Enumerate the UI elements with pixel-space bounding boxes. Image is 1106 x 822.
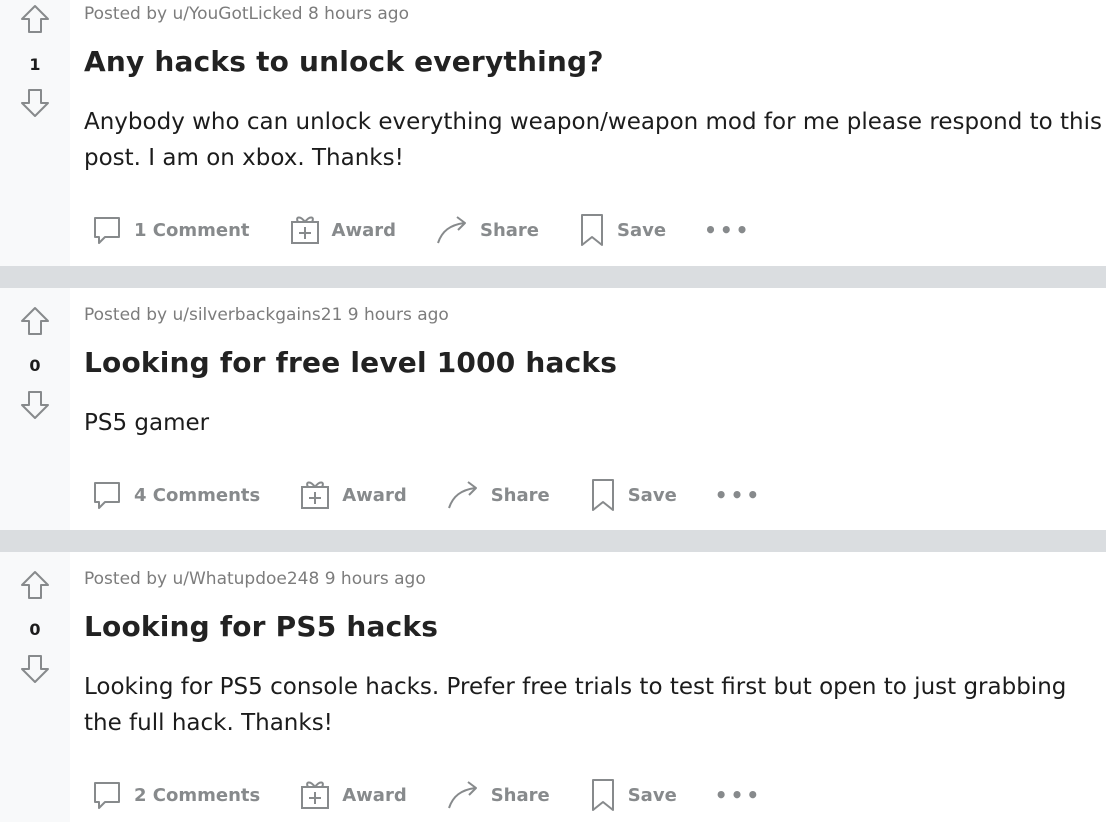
post-content: Posted by u/silverbackgains21 9 hours ag…	[84, 288, 1106, 530]
save-label: Save	[627, 784, 677, 806]
post-actions: 2 Comments Award Share Save •••	[90, 775, 762, 815]
comment-bubble-icon	[94, 782, 120, 809]
comments-button[interactable]: 2 Comments	[90, 778, 260, 812]
post-content: Posted by u/Whatupdoe248 9 hours ago Loo…	[84, 552, 1106, 822]
gift-box-icon	[301, 781, 330, 809]
vote-score: 0	[29, 356, 41, 375]
vote-column: 1	[0, 0, 70, 266]
award-button[interactable]: Award	[298, 478, 407, 512]
vote-column: 0	[0, 288, 70, 530]
save-button[interactable]: Save	[588, 477, 677, 513]
comments-label: 1 Comment	[134, 219, 250, 241]
post-card[interactable]: 1 Posted by u/YouGotLicked 8 hours ago A…	[0, 0, 1106, 266]
more-options-button[interactable]: •••	[715, 483, 762, 507]
share-label: Share	[490, 484, 550, 506]
vote-column: 0	[0, 552, 70, 822]
save-button[interactable]: Save	[577, 212, 666, 248]
share-button[interactable]: Share	[445, 778, 550, 812]
comments-label: 4 Comments	[134, 484, 261, 506]
vote-score: 0	[29, 620, 41, 639]
post-meta: Posted by u/YouGotLicked 8 hours ago	[84, 4, 409, 24]
downvote-arrow-icon[interactable]	[18, 652, 52, 686]
share-button[interactable]: Share	[445, 478, 550, 512]
comments-button[interactable]: 1 Comment	[90, 213, 250, 247]
bookmark-icon	[591, 779, 614, 811]
share-label: Share	[490, 784, 550, 806]
share-arrow-icon	[447, 781, 477, 809]
downvote-arrow-icon[interactable]	[18, 86, 52, 120]
post-card[interactable]: 0 Posted by u/Whatupdoe248 9 hours ago L…	[0, 552, 1106, 822]
save-label: Save	[617, 219, 667, 241]
upvote-arrow-icon[interactable]	[18, 304, 52, 338]
award-button[interactable]: Award	[298, 778, 407, 812]
post-title[interactable]: Looking for free level 1000 hacks	[84, 346, 617, 379]
post-actions: 4 Comments Award Share Save •••	[90, 475, 762, 515]
gift-box-icon	[301, 481, 330, 509]
upvote-arrow-icon[interactable]	[18, 568, 52, 602]
comments-label: 2 Comments	[134, 784, 261, 806]
post-meta: Posted by u/silverbackgains21 9 hours ag…	[84, 305, 449, 325]
post-body: PS5 gamer	[84, 410, 210, 436]
more-options-button[interactable]: •••	[715, 783, 762, 807]
gift-box-icon	[290, 216, 319, 244]
post-content: Posted by u/YouGotLicked 8 hours ago Any…	[84, 0, 1106, 266]
award-label: Award	[342, 784, 407, 806]
post-body: Anybody who can unlock everything weapon…	[84, 109, 1103, 171]
bookmark-icon	[581, 214, 603, 246]
post-title[interactable]: Looking for PS5 hacks	[84, 610, 438, 643]
save-button[interactable]: Save	[588, 777, 677, 813]
award-label: Award	[331, 219, 396, 241]
post-meta: Posted by u/Whatupdoe248 9 hours ago	[84, 569, 426, 589]
post-card[interactable]: 0 Posted by u/silverbackgains21 9 hours …	[0, 288, 1106, 530]
award-label: Award	[342, 484, 407, 506]
post-title[interactable]: Any hacks to unlock everything?	[84, 45, 604, 78]
vote-score: 1	[29, 55, 41, 74]
bookmark-icon	[591, 479, 614, 511]
share-arrow-icon	[447, 481, 477, 509]
share-label: Share	[479, 219, 539, 241]
post-body: Looking for PS5 console hacks. Prefer fr…	[84, 674, 1067, 736]
comment-bubble-icon	[94, 217, 120, 244]
share-button[interactable]: Share	[434, 213, 539, 247]
downvote-arrow-icon[interactable]	[18, 388, 52, 422]
comments-button[interactable]: 4 Comments	[90, 478, 260, 512]
more-options-button[interactable]: •••	[704, 218, 751, 242]
comment-bubble-icon	[94, 482, 120, 509]
share-arrow-icon	[437, 216, 466, 244]
award-button[interactable]: Award	[288, 213, 396, 247]
post-actions: 1 Comment Award Share Save •••	[90, 210, 751, 250]
save-label: Save	[627, 484, 677, 506]
upvote-arrow-icon[interactable]	[18, 2, 52, 36]
